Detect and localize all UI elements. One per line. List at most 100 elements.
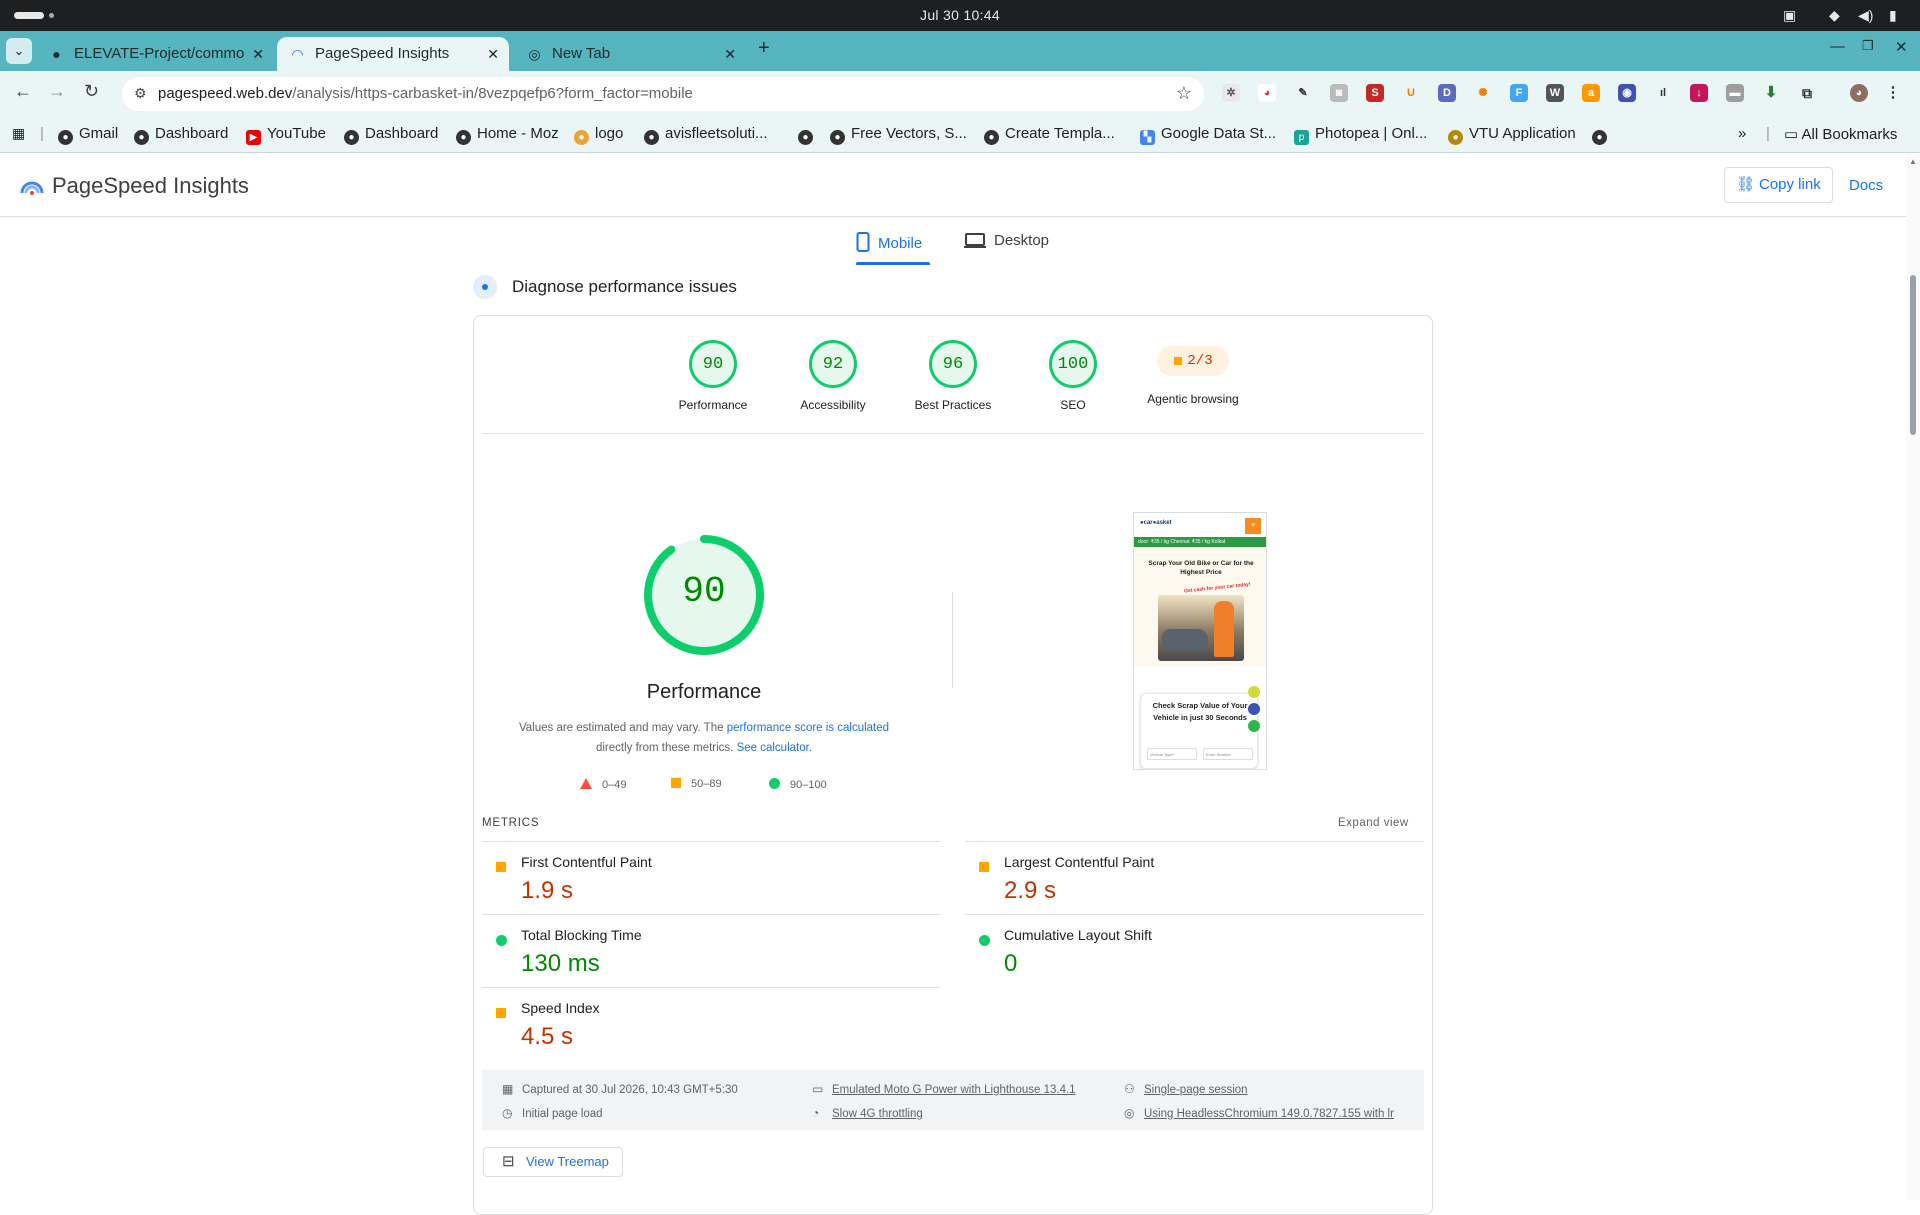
- more-bookmarks-icon[interactable]: »: [1738, 125, 1746, 142]
- eyedropper-extension-icon[interactable]: ✎: [1294, 84, 1312, 102]
- orange-square-icon: [496, 1008, 506, 1018]
- final-screenshot[interactable]: ●car●asket ≡ door: ₹35 / kg Chennai: ₹35…: [1133, 512, 1267, 770]
- volume-icon[interactable]: ◀): [1858, 7, 1873, 24]
- system-clock[interactable]: Jul 30 10:44: [0, 7, 1920, 23]
- logo-icon: ●: [574, 130, 589, 145]
- bookmark-youtube[interactable]: ▶ YouTube: [246, 125, 326, 145]
- page-scrollbar[interactable]: ▲: [1906, 153, 1920, 1200]
- amazon-extension-icon[interactable]: a: [1582, 84, 1600, 102]
- profile-avatar[interactable]: ◕: [1850, 84, 1868, 102]
- screenshot-extension-icon[interactable]: ◙: [1330, 84, 1348, 102]
- browser-tab-strip: ⌄ ● ELEVATE-Project/commo ✕ ◠ PageSpeed …: [0, 31, 1920, 71]
- record-extension-icon[interactable]: ◉: [1618, 84, 1636, 102]
- category-gauge-accessibility[interactable]: 92 Accessibility: [773, 340, 893, 412]
- tab-desktop[interactable]: Desktop: [964, 232, 1049, 249]
- tab-new-tab[interactable]: ◎ New Tab ✕: [514, 37, 746, 71]
- browser-menu-icon[interactable]: ⋮: [1884, 84, 1902, 102]
- category-gauge-performance[interactable]: 90 Performance: [653, 340, 773, 412]
- bookmark-logo[interactable]: ● logo: [574, 125, 623, 145]
- scrollbar-thumb[interactable]: [1910, 275, 1916, 435]
- bookmark-photopea[interactable]: p Photopea | Onl...: [1294, 125, 1427, 145]
- copy-link-button[interactable]: ⛓ Copy link: [1724, 167, 1833, 203]
- url-text[interactable]: pagespeed.web.dev/analysis/https-carbask…: [158, 85, 693, 102]
- screen-icon[interactable]: ▣: [1783, 7, 1796, 24]
- bookmarks-separator: |: [40, 125, 44, 142]
- docs-link[interactable]: Docs: [1849, 177, 1883, 194]
- close-window-icon[interactable]: ✕: [1895, 38, 1908, 56]
- category-gauge-best-practices[interactable]: 96 Best Practices: [893, 340, 1013, 412]
- reload-icon[interactable]: ↻: [84, 81, 99, 102]
- see-calculator-link[interactable]: See calculator.: [737, 742, 812, 754]
- bookmark-vtu[interactable]: ● VTU Application: [1448, 125, 1576, 145]
- apps-grid-icon[interactable]: ▦: [12, 125, 25, 142]
- new-tab-button[interactable]: +: [758, 37, 770, 60]
- color-picker-extension-icon[interactable]: ◕: [1258, 84, 1276, 102]
- globe-icon: ●: [644, 130, 659, 145]
- bookmark-star-icon[interactable]: ☆: [1176, 83, 1192, 104]
- pagespeed-logo-icon[interactable]: [20, 173, 44, 195]
- tab-github[interactable]: ● ELEVATE-Project/commo ✕: [36, 37, 274, 71]
- view-treemap-button[interactable]: ⊟ View Treemap: [483, 1147, 623, 1177]
- extensions-puzzle-icon[interactable]: ⧉: [1798, 84, 1816, 102]
- carbasket-logo: ●car●asket: [1140, 520, 1172, 526]
- star-extension-icon[interactable]: ✺: [1474, 84, 1492, 102]
- close-tab-icon[interactable]: ✕: [487, 37, 499, 71]
- download-extension-icon[interactable]: ↓: [1690, 84, 1708, 102]
- devices-icon: ▭: [812, 1082, 824, 1096]
- scroll-up-icon[interactable]: ▲: [1909, 157, 1917, 166]
- score-calculated-link[interactable]: performance score is calculated: [727, 722, 889, 734]
- close-tab-icon[interactable]: ✕: [252, 37, 264, 71]
- address-bar[interactable]: ⚙ pagespeed.web.dev/analysis/https-carba…: [122, 77, 1204, 111]
- extension-icon[interactable]: ✲: [1222, 84, 1240, 102]
- w-extension-icon[interactable]: W: [1546, 84, 1564, 102]
- bookmark-untitled[interactable]: ●: [798, 125, 819, 145]
- bookmark-gmail[interactable]: ● Gmail: [58, 125, 118, 145]
- battery-icon[interactable]: ▮: [1889, 7, 1897, 24]
- f-extension-icon[interactable]: F: [1510, 84, 1528, 102]
- tab-title: New Tab: [552, 45, 611, 62]
- bookmark-dashboard[interactable]: ● Dashboard: [134, 125, 228, 145]
- runtime-browser[interactable]: ◎ Using HeadlessChromium 149.0.7827.155 w…: [1124, 1106, 1394, 1120]
- runtime-session[interactable]: ⚇ Single-page session: [1124, 1082, 1248, 1096]
- bookmark-avisfleet[interactable]: ● avisfleetsoluti...: [644, 125, 768, 145]
- runtime-throttling[interactable]: ◔ Slow 4G throttling: [812, 1106, 923, 1120]
- tab-search-button[interactable]: ⌄: [6, 38, 32, 64]
- forward-icon[interactable]: →: [48, 81, 66, 102]
- bookmark-free-vectors[interactable]: ● Free Vectors, S...: [830, 125, 967, 145]
- tab-mobile[interactable]: Mobile: [856, 232, 922, 252]
- site-info-icon[interactable]: ⚙: [134, 85, 147, 102]
- fab-icon: [1248, 703, 1260, 715]
- green-circle-icon: [769, 778, 780, 789]
- chart-extension-icon[interactable]: ıl: [1654, 84, 1672, 102]
- bookmark-create-templates[interactable]: ● Create Templa...: [984, 125, 1115, 145]
- bookmark-untitled-2[interactable]: ●: [1592, 125, 1613, 145]
- restore-icon[interactable]: ❐: [1862, 38, 1874, 54]
- bookmark-google-data-studio[interactable]: ▚ Google Data St...: [1140, 125, 1276, 145]
- close-tab-icon[interactable]: ✕: [724, 37, 736, 71]
- page-title[interactable]: PageSpeed Insights: [52, 173, 249, 199]
- price-ticker: door: ₹35 / kg Chennai: ₹35 / kg Kolkat: [1134, 537, 1266, 547]
- bookmark-dashboard-2[interactable]: ● Dashboard: [344, 125, 438, 145]
- d-extension-icon[interactable]: D: [1438, 84, 1456, 102]
- red-extension-icon[interactable]: S: [1366, 84, 1384, 102]
- green-download-icon[interactable]: ⬇: [1762, 84, 1780, 102]
- wifi-icon[interactable]: ◆: [1829, 7, 1840, 24]
- u-extension-icon[interactable]: U: [1402, 84, 1420, 102]
- category-gauge-agentic[interactable]: 2/3 Agentic browsing: [1133, 340, 1253, 406]
- runtime-device[interactable]: ▭ Emulated Moto G Power with Lighthouse 1…: [812, 1082, 1076, 1096]
- performance-gauge: 90: [644, 535, 764, 655]
- bookmark-moz[interactable]: ● Home - Moz: [456, 125, 559, 145]
- diagnose-icon: [473, 275, 497, 299]
- worker-shape: [1214, 601, 1234, 657]
- minimize-icon[interactable]: —: [1830, 38, 1845, 55]
- legend-fail: 0–49: [580, 778, 626, 791]
- globe-icon: ●: [456, 130, 471, 145]
- back-icon[interactable]: ←: [14, 81, 32, 102]
- tab-pagespeed[interactable]: ◠ PageSpeed Insights ✕: [277, 37, 509, 71]
- category-gauge-seo[interactable]: 100 SEO: [1013, 340, 1133, 412]
- gray-extension-icon[interactable]: ▬: [1726, 84, 1744, 102]
- vertical-divider: [952, 592, 953, 688]
- globe-icon: ●: [134, 130, 149, 145]
- expand-view-button[interactable]: Expand view: [1338, 817, 1409, 829]
- all-bookmarks[interactable]: ▭ All Bookmarks: [1784, 125, 1897, 143]
